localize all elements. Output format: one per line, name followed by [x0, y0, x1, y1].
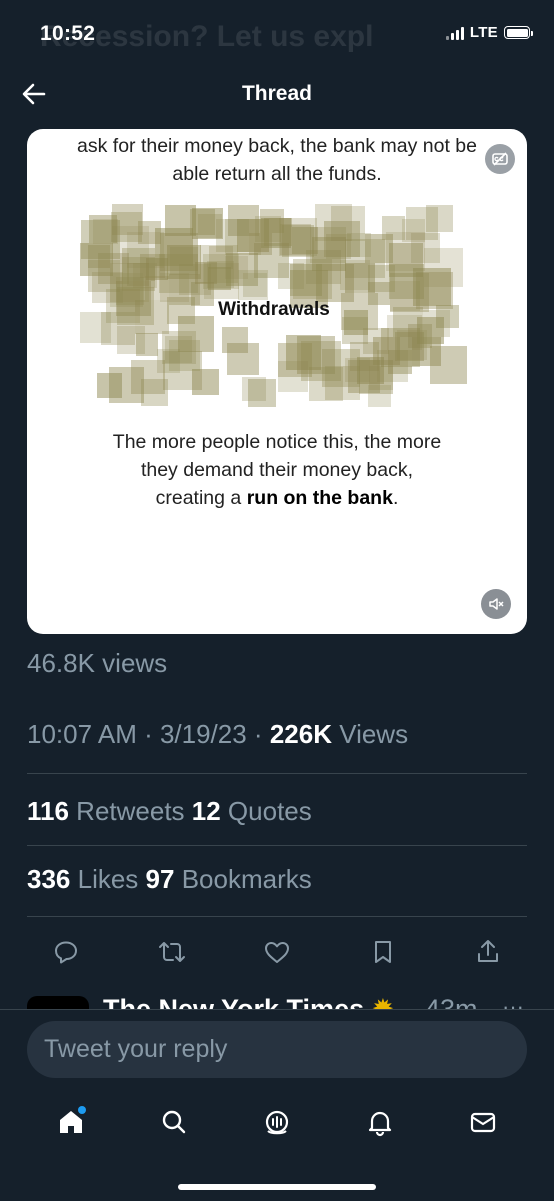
muted-speaker-icon: [489, 598, 504, 610]
withdrawal-square: [144, 275, 169, 301]
bookmark-button[interactable]: [367, 936, 399, 968]
media-caption-bottom: The more people notice this, the more th…: [112, 431, 442, 509]
withdrawal-square: [254, 215, 282, 243]
withdrawal-square: [177, 316, 214, 353]
captions-off-icon: [492, 152, 508, 166]
divider: [27, 845, 527, 846]
status-indicators: LTE: [445, 24, 533, 41]
divider: [27, 916, 527, 917]
nav-messages[interactable]: [463, 1102, 503, 1142]
withdrawal-square: [192, 368, 219, 396]
withdrawal-square: [237, 270, 268, 301]
bottom-navigation: [0, 1100, 554, 1144]
tweet-timestamp: 10:07 AM · 3/19/23 · 226K Views: [27, 719, 409, 749]
signal-icon: [445, 26, 464, 40]
nav-search[interactable]: [154, 1102, 194, 1142]
withdrawal-square: [156, 348, 181, 373]
withdrawal-square: [155, 228, 194, 267]
tweet-age: 43m: [425, 994, 478, 1010]
status-time: 10:52: [40, 22, 96, 45]
withdrawal-square: [388, 264, 424, 300]
withdrawal-square: [416, 317, 444, 345]
reply-input[interactable]: [27, 1021, 527, 1078]
next-tweet-preview[interactable]: The New York Times ✹ 43m ···: [0, 982, 554, 1010]
spaces-icon: [265, 1110, 289, 1135]
grid-label: Withdrawals: [218, 299, 330, 320]
retweet-button[interactable]: [156, 936, 188, 968]
share-button[interactable]: [472, 936, 504, 968]
more-options-icon[interactable]: ···: [502, 994, 524, 1010]
nav-home[interactable]: [51, 1102, 91, 1142]
search-icon: [162, 1110, 186, 1134]
bookmark-icon: [374, 941, 391, 963]
retweets-link[interactable]: 116 Retweets: [27, 796, 192, 826]
views-count: 226K: [269, 719, 332, 749]
share-icon: [478, 940, 498, 962]
withdrawal-square: [247, 378, 277, 408]
avatar: [27, 996, 89, 1010]
withdrawal-square: [116, 325, 146, 354]
withdrawal-square: [277, 342, 313, 378]
retweet-icon: [158, 942, 185, 962]
withdrawal-square: [410, 233, 441, 264]
divider: [27, 773, 527, 774]
verified-badge-icon: ✹: [371, 994, 395, 1010]
like-button[interactable]: [261, 936, 293, 968]
media-caption-top: ask for their money back, the bank may n…: [77, 135, 477, 185]
reply-button[interactable]: [50, 936, 82, 968]
withdrawal-square: [227, 343, 259, 375]
nav-notifications[interactable]: [360, 1102, 400, 1142]
network-label: LTE: [469, 24, 498, 41]
battery-icon: [504, 26, 533, 39]
author-name: The New York Times ✹: [103, 994, 394, 1010]
likes-link[interactable]: 336 Likes: [27, 864, 146, 894]
nav-spaces[interactable]: [257, 1102, 297, 1142]
bookmarks-link[interactable]: 97 Bookmarks: [146, 864, 312, 894]
like-icon: [265, 942, 289, 963]
engagement-row-2: 336 Likes 97 Bookmarks: [27, 864, 312, 895]
withdrawal-square: [388, 350, 413, 375]
notifications-icon: [368, 1111, 391, 1137]
withdrawal-square: [198, 214, 223, 239]
withdrawal-square: [381, 216, 406, 240]
tweet-media-video[interactable]: ask for their money back, the bank may n…: [27, 129, 527, 634]
messages-icon: [470, 1112, 495, 1133]
media-view-count: 46.8K views: [27, 648, 168, 678]
quotes-link[interactable]: 12 Quotes: [192, 796, 312, 826]
withdrawal-square: [323, 220, 361, 257]
mute-button[interactable]: [481, 589, 511, 619]
engagement-row-1: 116 Retweets 12 Quotes: [27, 796, 312, 827]
withdrawal-square: [80, 243, 113, 276]
withdrawal-square: [341, 317, 369, 344]
home-indicator: [178, 1184, 376, 1190]
page-title: Thread: [241, 82, 312, 105]
tweet-actions: [50, 934, 504, 970]
withdrawal-square: [347, 360, 381, 393]
withdrawal-square: [203, 253, 240, 290]
captions-button[interactable]: [485, 144, 515, 174]
reply-icon: [55, 941, 77, 964]
withdrawal-square: [430, 346, 468, 384]
